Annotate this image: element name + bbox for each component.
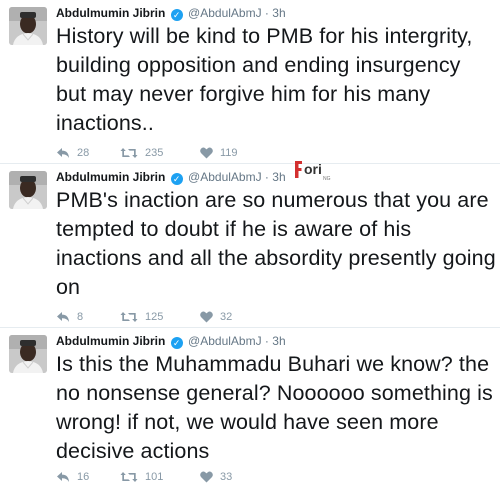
retweet-icon	[120, 312, 138, 322]
timestamp[interactable]: 3h	[272, 6, 285, 20]
verified-badge-icon: ✓	[170, 173, 183, 185]
tweet-text: Is this the Muhammadu Buhari we know? th…	[56, 352, 493, 463]
watermark-logo: ori NG	[293, 158, 343, 184]
tweet-header: Abdulmumin Jibrin ✓ @AbdulAbmJ · 3h	[56, 333, 286, 349]
separator: ·	[264, 6, 269, 20]
tweet[interactable]: Abdulmumin Jibrin ✓ @AbdulAbmJ · 3h Is t…	[0, 328, 500, 490]
separator: ·	[264, 334, 269, 348]
watermark-subtext: NG	[323, 176, 331, 182]
tweet-header: Abdulmumin Jibrin ✓ @AbdulAbmJ · 3h	[56, 169, 286, 185]
avatar[interactable]	[9, 171, 47, 209]
tweet-header: Abdulmumin Jibrin ✓ @AbdulAbmJ · 3h	[56, 5, 286, 21]
author-handle[interactable]: @AbdulAbmJ	[188, 6, 262, 20]
timestamp[interactable]: 3h	[272, 170, 285, 184]
reply-button[interactable]: 28	[56, 147, 89, 159]
reply-icon	[57, 148, 69, 158]
author-handle[interactable]: @AbdulAbmJ	[188, 170, 262, 184]
retweet-count: 235	[145, 147, 164, 159]
author-name[interactable]: Abdulmumin Jibrin	[56, 6, 165, 20]
like-count: 33	[220, 471, 233, 483]
retweet-icon	[120, 148, 138, 158]
heart-icon	[200, 471, 213, 483]
reply-icon	[57, 312, 69, 322]
tweet-text: PMB's inaction are so numerous that you …	[56, 188, 496, 299]
reply-count: 8	[77, 311, 84, 323]
retweet-icon	[120, 472, 138, 482]
verified-badge-icon: ✓	[170, 337, 183, 349]
retweet-button[interactable]: 125	[120, 311, 163, 323]
like-count: 119	[220, 147, 238, 159]
reply-button[interactable]: 8	[56, 311, 83, 323]
separator: ·	[264, 170, 269, 184]
author-handle[interactable]: @AbdulAbmJ	[188, 334, 262, 348]
like-button[interactable]: 32	[200, 311, 232, 323]
like-button[interactable]: 33	[200, 471, 232, 483]
reply-count: 16	[77, 471, 90, 483]
timestamp[interactable]: 3h	[272, 334, 285, 348]
tweet[interactable]: Abdulmumin Jibrin ✓ @AbdulAbmJ · 3h Hist…	[0, 0, 500, 164]
avatar[interactable]	[9, 7, 47, 45]
heart-icon	[200, 311, 213, 323]
author-name[interactable]: Abdulmumin Jibrin	[56, 170, 165, 184]
reply-button[interactable]: 16	[56, 471, 89, 483]
avatar[interactable]	[9, 335, 47, 373]
reply-count: 28	[77, 147, 90, 159]
heart-icon	[200, 147, 213, 159]
watermark-text: ori	[304, 161, 322, 177]
like-count: 32	[220, 311, 233, 323]
reply-icon	[57, 472, 69, 482]
tweet[interactable]: Abdulmumin Jibrin ✓ @AbdulAbmJ · 3h PMB'…	[0, 164, 500, 328]
like-button[interactable]: 119	[200, 147, 238, 159]
retweet-button[interactable]: 235	[120, 147, 163, 159]
author-name[interactable]: Abdulmumin Jibrin	[56, 334, 165, 348]
retweet-count: 101	[145, 471, 164, 483]
verified-badge-icon: ✓	[170, 9, 183, 21]
retweet-count: 125	[145, 311, 164, 323]
tweet-text: History will be kind to PMB for his inte…	[56, 24, 473, 135]
retweet-button[interactable]: 101	[120, 471, 163, 483]
